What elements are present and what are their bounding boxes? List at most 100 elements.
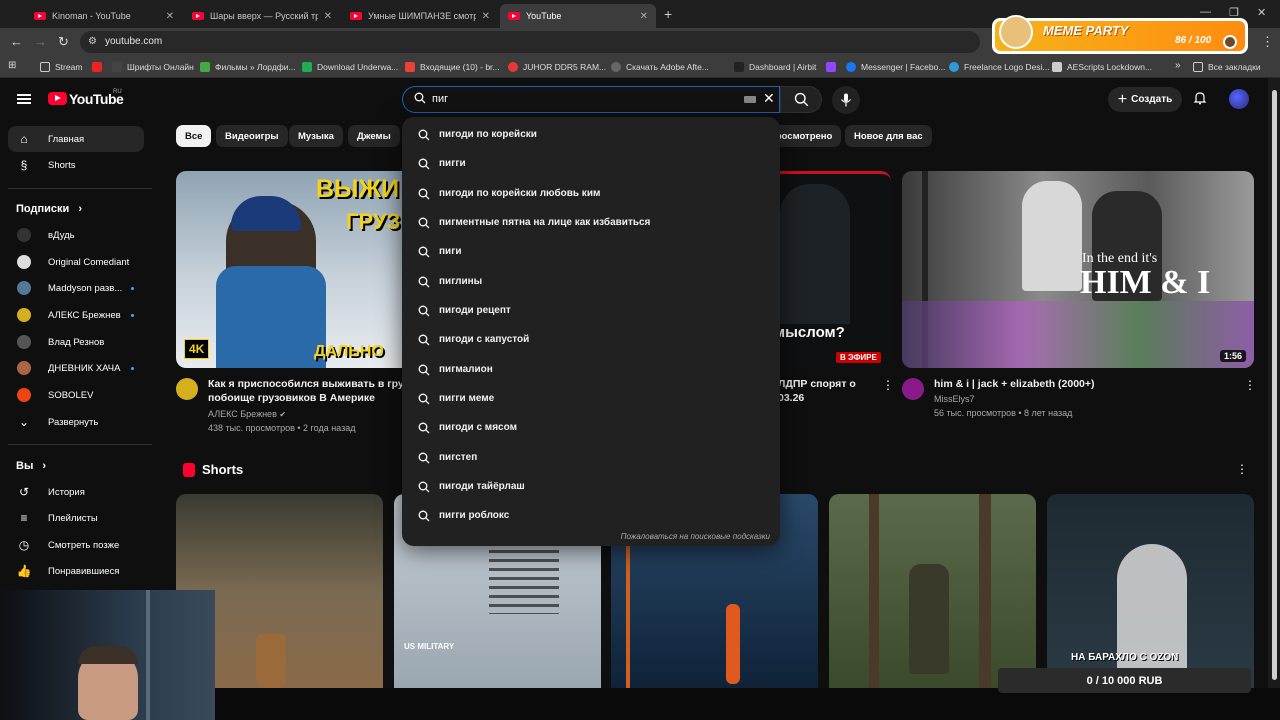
- browser-tab[interactable]: Шары вверх — Русский трейл ✕: [184, 4, 340, 28]
- more-options-icon[interactable]: ⋮: [1236, 462, 1248, 476]
- bookmark-item[interactable]: [92, 60, 107, 74]
- short-thumbnail[interactable]: [829, 494, 1036, 688]
- suggestion-item[interactable]: пигги меме: [402, 384, 780, 413]
- video-title[interactable]: ЛДПР спорят о 03.26: [778, 377, 878, 405]
- sidebar-item-playlists[interactable]: ≡ Плейлисты: [8, 505, 144, 531]
- sidebar-item-watch-later[interactable]: ◷ Смотреть позже: [8, 532, 144, 558]
- chip-music[interactable]: Музыка: [289, 125, 343, 147]
- suggestion-item[interactable]: пигоди по корейски любовь ким: [402, 179, 780, 208]
- sidebar-item-shorts[interactable]: § Shorts: [8, 152, 144, 178]
- suggestion-item[interactable]: пигоди рецепт: [402, 296, 780, 325]
- sidebar-subscription[interactable]: Maddyson разв...: [8, 275, 144, 301]
- video-title[interactable]: Как я приспособился выживать в груз побо…: [208, 377, 408, 405]
- chip-jams[interactable]: Джемы: [348, 125, 400, 147]
- suggestion-item[interactable]: пигстеп: [402, 443, 780, 472]
- sidebar-subscription[interactable]: Влад Резнов: [8, 329, 144, 355]
- browser-tab-active[interactable]: YouTube ✕: [500, 4, 656, 28]
- close-icon[interactable]: ✕: [640, 11, 648, 22]
- keyboard-icon[interactable]: [744, 96, 756, 103]
- minimize-icon[interactable]: —: [1200, 6, 1211, 18]
- channel-name[interactable]: MissElys7: [934, 392, 975, 406]
- sidebar-expand[interactable]: ⌄ Развернуть: [8, 409, 144, 435]
- back-icon[interactable]: ←: [10, 34, 23, 49]
- sidebar-subscription[interactable]: Original Comediant: [8, 249, 144, 275]
- video-thumbnail[interactable]: ВЫЖИ ГРУЗ ДАЛЬНО 4K: [176, 171, 416, 368]
- suggestion-item[interactable]: пиглины: [402, 267, 780, 296]
- chip-new-for-you[interactable]: Новое для вас: [845, 125, 932, 147]
- suggestion-item[interactable]: пигоди с мясом: [402, 413, 780, 442]
- more-options-icon[interactable]: ⋮: [1244, 378, 1256, 392]
- browser-tab[interactable]: Kinoman - YouTube ✕: [26, 4, 182, 28]
- sidebar-subscription[interactable]: ДНЕВНИК ХАЧА: [8, 355, 144, 381]
- notifications-bell-icon[interactable]: [1193, 91, 1207, 105]
- new-tab-icon[interactable]: +: [664, 6, 672, 22]
- forward-icon[interactable]: →: [34, 34, 47, 49]
- bookmark-item[interactable]: [826, 60, 841, 74]
- report-suggestions-link[interactable]: Пожаловаться на поисковые подсказки: [621, 532, 770, 541]
- account-avatar[interactable]: [1229, 89, 1249, 109]
- subscriptions-title: Подписки: [16, 203, 70, 215]
- sidebar-item-history[interactable]: ↺ История: [8, 479, 144, 505]
- bookmark-item[interactable]: Входящие (10) - br...: [405, 60, 500, 74]
- shorts-title: Shorts: [202, 462, 244, 477]
- sidebar-item-liked[interactable]: 👍 Понравившиеся: [8, 558, 144, 584]
- bookmark-item[interactable]: Messenger | Facebo...: [846, 60, 945, 74]
- more-bookmarks-icon[interactable]: »: [1175, 60, 1181, 71]
- sidebar-subscription[interactable]: АЛЕКС Брежнев: [8, 302, 144, 328]
- sidebar-item-home[interactable]: ⌂ Главная: [8, 126, 144, 152]
- menu-icon[interactable]: [17, 94, 31, 104]
- window-close-icon[interactable]: ✕: [1257, 6, 1266, 19]
- chip-all[interactable]: Все: [176, 125, 212, 147]
- search-input[interactable]: [432, 88, 732, 110]
- video-thumbnail[interactable]: In the end it's HIM & I 1:56: [902, 171, 1254, 368]
- apps-grid-icon[interactable]: ⊞: [8, 60, 16, 71]
- close-icon[interactable]: ✕: [482, 11, 490, 22]
- browser-menu-icon[interactable]: ⋮: [1261, 34, 1274, 50]
- suggestion-item[interactable]: пигментные пятна на лице как избавиться: [402, 208, 780, 237]
- bookmark-item[interactable]: AEScripts Lockdown...: [1052, 60, 1152, 74]
- browser-tab[interactable]: Умные ШИМПАНЗЕ смотрят ✕: [342, 4, 498, 28]
- bookmark-item[interactable]: Шрифты Онлайн: [112, 60, 194, 74]
- site-info-icon[interactable]: ⚙: [88, 36, 97, 47]
- search-suggestions: пигоди по корейски пигги пигоди по корей…: [402, 117, 780, 546]
- bookmark-item[interactable]: Freelance Logo Desi...: [949, 60, 1050, 74]
- reload-icon[interactable]: ↻: [58, 34, 69, 50]
- voice-search-button[interactable]: [832, 86, 860, 114]
- sidebar-subscription[interactable]: вДудь: [8, 222, 144, 248]
- bookmark-item[interactable]: Download Underwa...: [302, 60, 398, 74]
- bookmark-item[interactable]: Фильмы » Лордфи...: [200, 60, 296, 74]
- channel-avatar[interactable]: [902, 378, 924, 400]
- suggestion-item[interactable]: пигги: [402, 149, 780, 178]
- video-title[interactable]: him & i | jack + elizabeth (2000+): [934, 377, 1234, 391]
- create-button[interactable]: + Создать: [1108, 87, 1182, 112]
- suggestion-item[interactable]: пигоди с капустой: [402, 325, 780, 354]
- suggestion-item[interactable]: пигоди по корейски: [402, 120, 780, 149]
- chip-videogames[interactable]: Видеоигры: [216, 125, 288, 147]
- channel-avatar[interactable]: [176, 378, 198, 400]
- suggestion-item[interactable]: пигги роблокс: [402, 501, 780, 530]
- url-field[interactable]: [80, 31, 980, 53]
- close-icon[interactable]: ✕: [166, 11, 174, 22]
- bookmark-item[interactable]: Stream: [40, 60, 82, 74]
- bookmark-item[interactable]: Скачать Adobe Afte...: [611, 60, 709, 74]
- short-thumbnail[interactable]: НА БАРАХЛО С OZON: [1047, 494, 1254, 688]
- you-heading[interactable]: Вы ›: [16, 460, 46, 472]
- channel-name[interactable]: АЛЕКС Брежнев ✔: [208, 407, 286, 422]
- bookmark-item[interactable]: Dashboard | Airbit: [734, 60, 816, 74]
- suggestion-item[interactable]: пигоди тайёрлаш: [402, 472, 780, 501]
- suggestion-item[interactable]: пигмалион: [402, 355, 780, 384]
- scrollbar-thumb[interactable]: [1272, 90, 1277, 680]
- bookmark-favicon-icon: [200, 62, 210, 72]
- bookmark-item[interactable]: JUHOR DDR5 RAM...: [508, 60, 606, 74]
- more-options-icon[interactable]: ⋮: [882, 378, 894, 392]
- all-bookmarks[interactable]: Все закладки: [1193, 60, 1261, 74]
- sidebar-subscription[interactable]: SOBOLEV: [8, 382, 144, 408]
- bookmark-label: Шрифты Онлайн: [127, 62, 194, 72]
- search-button[interactable]: [780, 86, 822, 113]
- subscriptions-heading[interactable]: Подписки ›: [16, 203, 82, 215]
- clear-search-icon[interactable]: ✕: [763, 90, 775, 107]
- close-icon[interactable]: ✕: [324, 11, 332, 22]
- youtube-logo-icon[interactable]: [48, 92, 67, 105]
- video-thumbnail[interactable]: мыслом? В ЭФИРЕ: [770, 171, 891, 368]
- suggestion-item[interactable]: пиги: [402, 237, 780, 266]
